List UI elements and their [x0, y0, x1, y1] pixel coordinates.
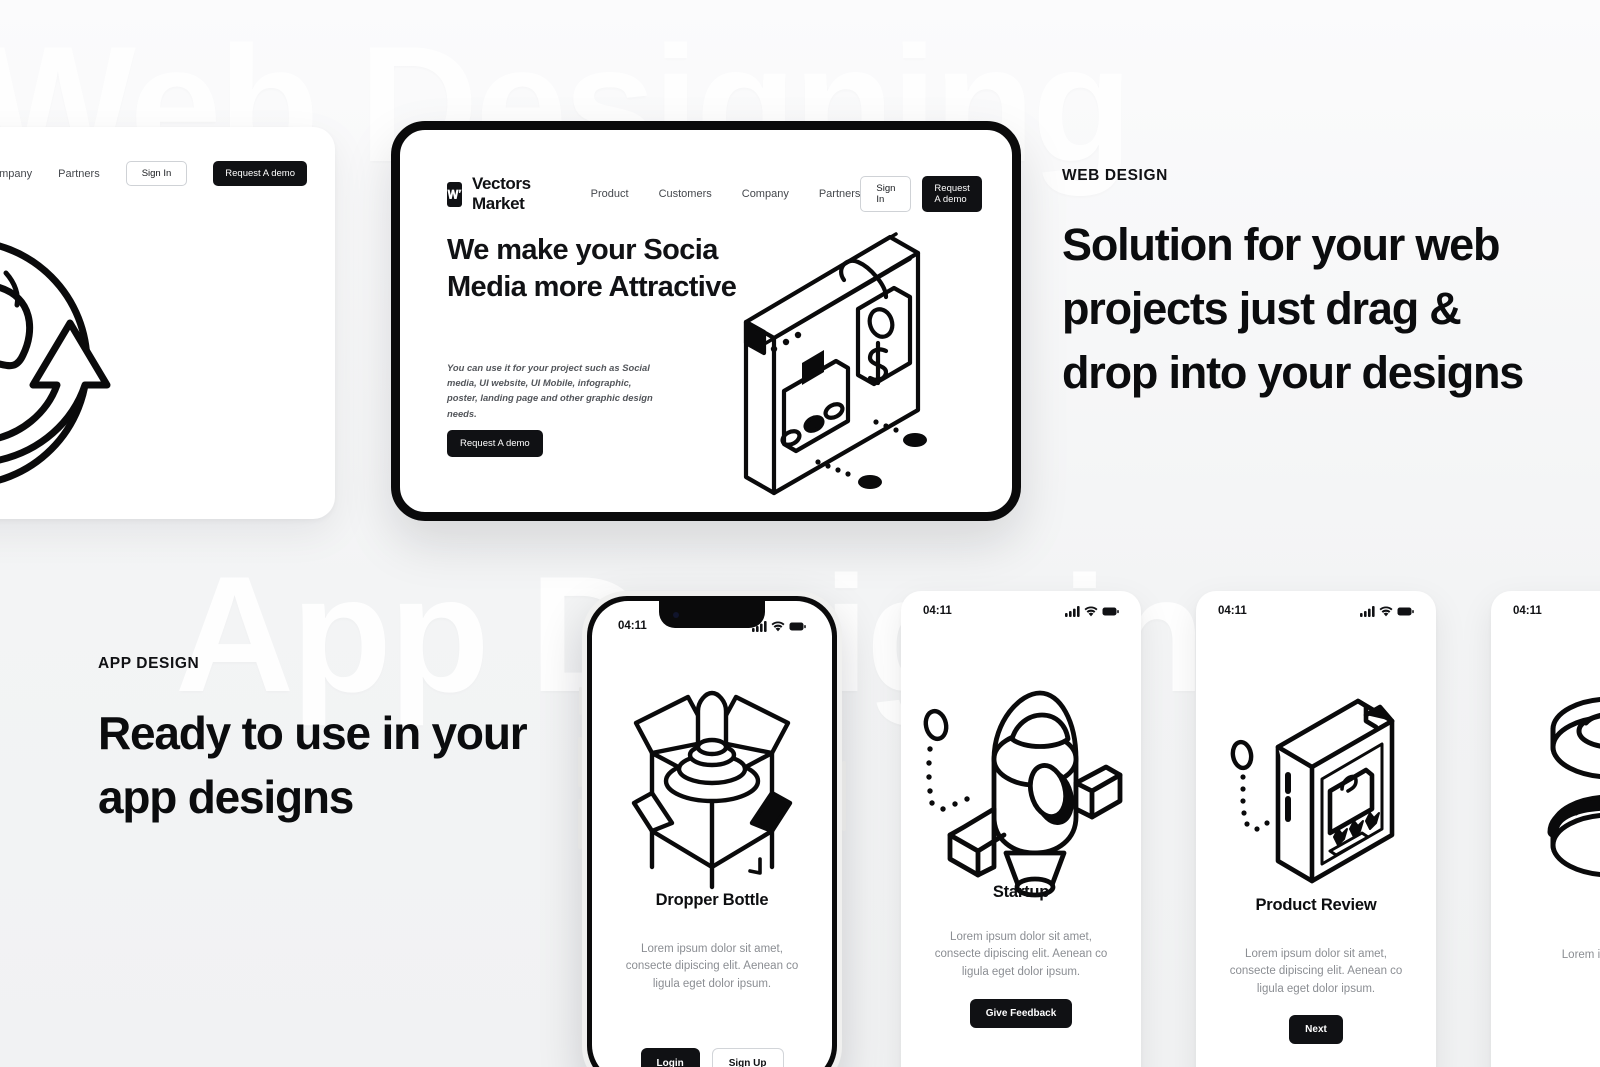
app-design-headline: Ready to use in your app designs [98, 707, 528, 824]
status-icons [752, 620, 806, 632]
battery-icon [1102, 607, 1119, 615]
hero-request-demo-button[interactable]: Request A demo [447, 430, 543, 457]
hero-headline: We make your Socia Media more Attractive [447, 234, 737, 303]
phone-button-row: Give Feedback [901, 999, 1141, 1028]
left-sign-in-button[interactable]: Sign In [125, 161, 188, 186]
app-design-copy-block: APP DESIGN Ready to use in your app desi… [98, 655, 528, 830]
left-request-demo-button[interactable]: Request A demo [213, 161, 307, 186]
sign-in-button[interactable]: Sign In [860, 176, 912, 212]
phone-mute-button[interactable] [579, 687, 582, 715]
status-icons [1065, 605, 1119, 617]
left-card-nav: stomers Company Partners Sign In Request… [0, 161, 317, 186]
browser-nav-links: Product Customers Company Partners [591, 188, 861, 200]
web-design-eyebrow: WEB DESIGN [1062, 167, 1168, 184]
battery-icon [789, 622, 806, 630]
phone-title: Product Review [1255, 896, 1377, 914]
design-showcase-canvas: Web Designing App Designing stomers Comp… [0, 0, 1600, 1067]
phone-mockup-dropper-bottle: 04:11 Dropper Bottle Lorem ipsum dolor s… [578, 591, 846, 1067]
phone-mockup-product-review: 04:11 Product Review Lorem ipsum dolor s… [1196, 591, 1436, 1067]
brand-name: Vectors Market [472, 174, 531, 213]
login-button[interactable]: Login [640, 1048, 700, 1067]
web-design-headline: Solution for your web projects just drag… [1062, 219, 1524, 398]
wifi-icon [1379, 605, 1393, 616]
isometric-rocket-icon [901, 687, 1141, 898]
status-time: 04:11 [923, 605, 952, 617]
phone-body-text: Lorem ipsum dolor sit amet, consecte dip… [934, 931, 1108, 978]
front-camera-icon [673, 612, 679, 618]
sign-up-button[interactable]: Sign Up [711, 1048, 784, 1067]
left-browser-card: stomers Company Partners Sign In Request… [0, 127, 335, 519]
open-box-dropper-bottle-icon [592, 681, 832, 891]
phone-body-text: Lorem ips dipiscing [1561, 949, 1600, 961]
phone-button-row: Next [1196, 1015, 1436, 1044]
status-bar: 04:11 [1491, 605, 1600, 617]
isometric-browser-price-tag-icon [718, 225, 928, 496]
wifi-icon [771, 620, 785, 631]
cellular-icon [752, 620, 767, 632]
request-demo-button[interactable]: Request A demo [922, 176, 982, 212]
hero-subtext: You can use it for your project such as … [447, 362, 653, 419]
status-time: 04:11 [1218, 605, 1247, 617]
browser-nav-actions: Sign In Request A demo [860, 176, 982, 212]
app-design-eyebrow: APP DESIGN [98, 655, 200, 672]
status-bar: 04:11 [592, 620, 832, 632]
browser-navbar: Vectors Market Product Customers Company… [447, 174, 982, 214]
browser-mockup: Vectors Market Product Customers Company… [391, 121, 1021, 521]
status-time: 04:11 [1513, 605, 1542, 617]
phone-title: Startup [992, 883, 1050, 901]
wifi-icon [1084, 605, 1098, 616]
status-icons [1360, 605, 1414, 617]
globe-arrow-icon [0, 235, 123, 500]
phone-button-row: Login Sign Up [592, 1048, 832, 1067]
cellular-icon [1065, 605, 1080, 617]
web-design-copy-block: WEB DESIGN Solution for your web project… [1062, 167, 1542, 405]
brand-lockup[interactable]: Vectors Market [447, 174, 541, 214]
phone-power-button[interactable] [842, 761, 846, 831]
isometric-stacked-discs-icon [1491, 687, 1600, 902]
nav-link-product[interactable]: Product [591, 188, 629, 200]
isometric-phone-stars-review-icon [1196, 679, 1436, 894]
nav-link-company[interactable]: Company [742, 188, 789, 200]
phone-body-text: Lorem ipsum dolor sit amet, consecte dip… [625, 943, 799, 990]
phone-mockup-startup: 04:11 Startup Lorem ipsum dolor sit amet… [901, 591, 1141, 1067]
phone-title: Dropper Bottle [655, 891, 769, 909]
give-feedback-button[interactable]: Give Feedback [969, 999, 1073, 1028]
phone-mockup-stacked-discs: 04:11 Lorem i [1491, 591, 1600, 1067]
left-nav-link-company[interactable]: Company [0, 168, 32, 180]
nav-link-partners[interactable]: Partners [819, 188, 861, 200]
vectors-market-logo-icon [447, 181, 462, 207]
phone-body-text: Lorem ipsum dolor sit amet, consecte dip… [1229, 948, 1403, 995]
phone-frame: 04:11 Dropper Bottle Lorem ipsum dolor s… [587, 596, 837, 1067]
phone-screen: 04:11 Dropper Bottle Lorem ipsum dolor s… [592, 601, 832, 1067]
phone-volume-down-button[interactable] [578, 799, 582, 849]
phone-volume-up-button[interactable] [578, 737, 582, 787]
cellular-icon [1360, 605, 1375, 617]
battery-icon [1397, 607, 1414, 615]
nav-link-customers[interactable]: Customers [659, 188, 712, 200]
status-time: 04:11 [618, 620, 647, 632]
left-nav-link-partners[interactable]: Partners [58, 168, 100, 180]
status-bar: 04:11 [901, 605, 1141, 617]
status-bar: 04:11 [1196, 605, 1436, 617]
next-button[interactable]: Next [1289, 1015, 1343, 1044]
